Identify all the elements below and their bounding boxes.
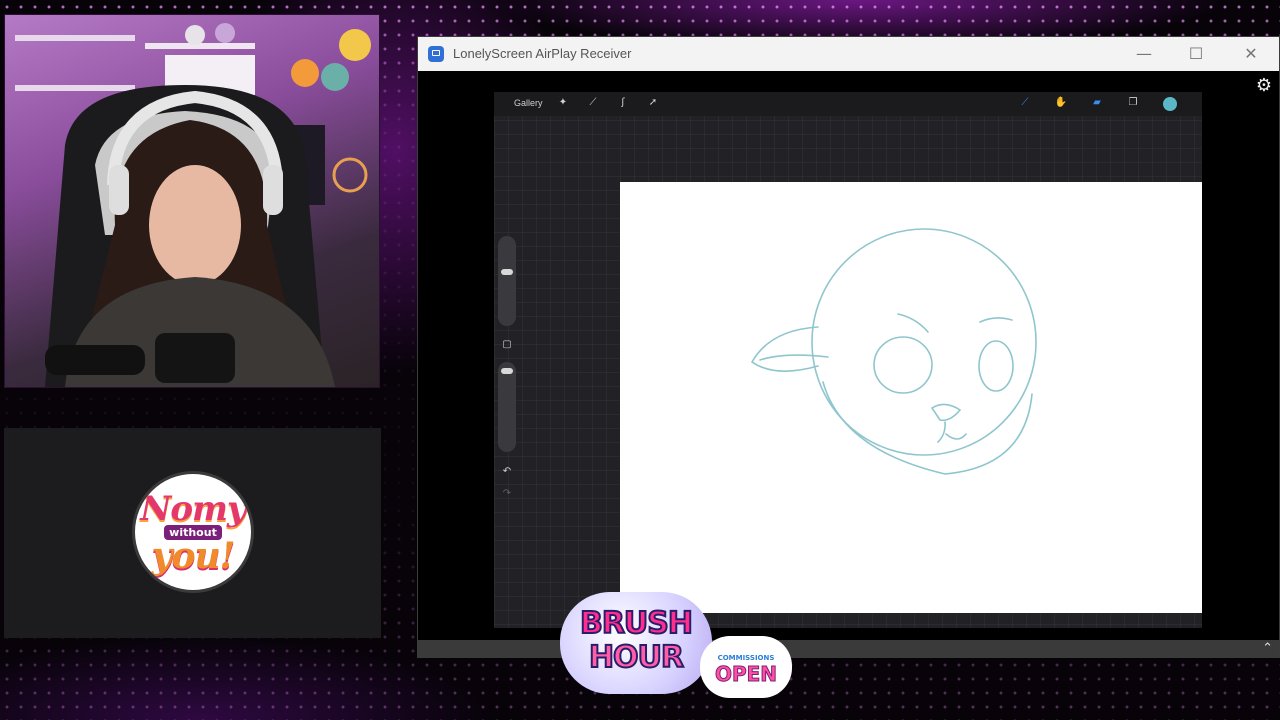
square-icon[interactable]: ▢ [498, 337, 516, 353]
commissions-open-sticker: COMMISSIONS OPEN [700, 634, 792, 698]
drawing-canvas[interactable] [620, 182, 1202, 613]
app-icon [428, 46, 444, 62]
brush-size-handle[interactable] [501, 269, 513, 275]
channel-logo: Nomy without you! [135, 474, 251, 590]
commissions-line-2: OPEN [714, 662, 778, 687]
selection-icon[interactable]: ʃ [616, 96, 630, 110]
channel-logo-panel: Nomy without you! [4, 428, 381, 638]
layers-icon[interactable]: ❐ [1126, 96, 1140, 110]
sketch-drawing [750, 228, 1037, 475]
opacity-slider[interactable] [498, 362, 516, 452]
procreate-toolbar: Gallery ✦ ⟋ ʃ ➚ ⟋ ✋ ▰ ❐ [494, 92, 1202, 116]
color-picker[interactable] [1163, 97, 1177, 111]
smudge-icon[interactable]: ✋ [1054, 96, 1068, 110]
transform-icon[interactable]: ➚ [646, 96, 660, 110]
minimize-icon[interactable]: — [1134, 44, 1154, 64]
brush-hour-line-2: HOUR [588, 639, 685, 676]
chevron-up-icon[interactable]: ⌃ [1262, 640, 1273, 657]
gear-icon[interactable]: ⚙ [1254, 76, 1274, 96]
title-bar[interactable]: LonelyScreen AirPlay Receiver — ☐ ✕ [418, 37, 1279, 71]
opacity-handle[interactable] [501, 368, 513, 374]
maximize-icon[interactable]: ☐ [1186, 44, 1206, 64]
eraser-icon[interactable]: ▰ [1090, 96, 1104, 110]
redo-icon[interactable]: ↷ [498, 486, 516, 502]
wrench-icon[interactable]: ✦ [556, 96, 570, 110]
undo-icon[interactable]: ↶ [498, 464, 516, 480]
close-icon[interactable]: ✕ [1241, 44, 1261, 64]
magic-wand-icon[interactable]: ⟋ [586, 96, 600, 110]
logo-line-1: Nomy [140, 488, 246, 529]
logo-line-3: you! [151, 534, 236, 577]
window-title: LonelyScreen AirPlay Receiver [453, 46, 632, 61]
brush-hour-sticker: BRUSH HOUR [556, 584, 716, 704]
brush-size-slider[interactable] [498, 236, 516, 326]
commissions-line-1: COMMISSIONS [717, 654, 775, 662]
brush-icon[interactable]: ⟋ [1018, 96, 1032, 110]
airplay-window: LonelyScreen AirPlay Receiver — ☐ ✕ ⚙ Ga… [417, 36, 1280, 658]
webcam-feed [4, 14, 380, 388]
brush-hour-line-1: BRUSH [579, 605, 694, 642]
scroll-bar[interactable]: ⌃ [418, 640, 1279, 657]
procreate-screen: Gallery ✦ ⟋ ʃ ➚ ⟋ ✋ ▰ ❐ ▢ ↶ ↷ [494, 92, 1202, 628]
gallery-button[interactable]: Gallery [514, 98, 543, 108]
